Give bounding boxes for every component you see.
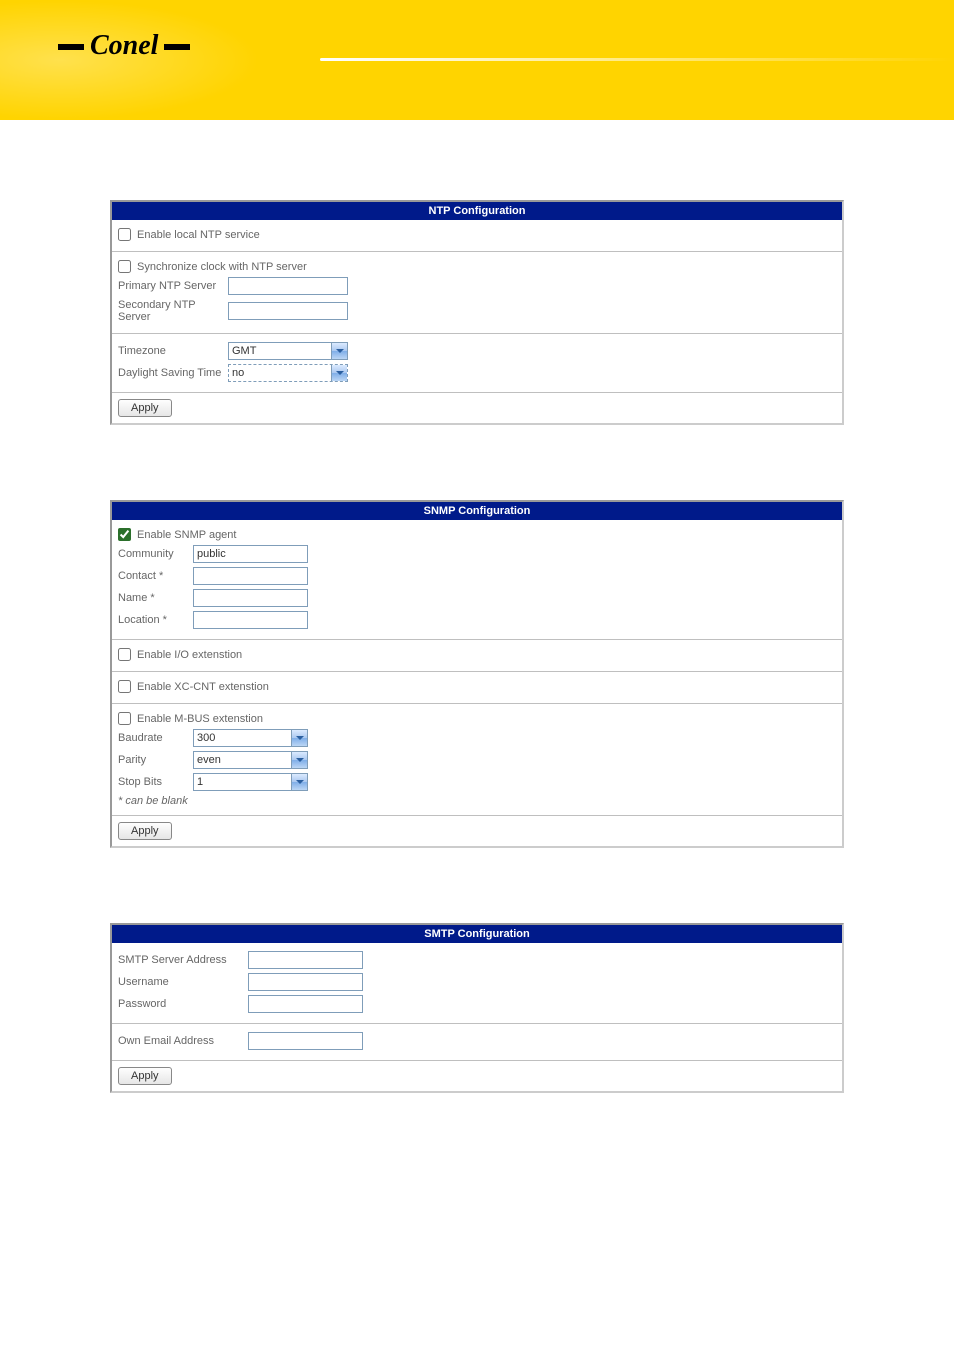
community-label: Community <box>118 548 193 560</box>
ntp-apply-button[interactable]: Apply <box>118 399 172 417</box>
enable-snmp-agent-checkbox[interactable] <box>118 528 131 541</box>
baudrate-value[interactable] <box>193 729 308 747</box>
snmp-section-agent: Enable SNMP agent Community Contact * Na… <box>112 520 842 640</box>
snmp-panel: SNMP Configuration Enable SNMP agent Com… <box>110 500 844 848</box>
snmp-note: * can be blank <box>118 793 836 807</box>
smtp-server-label: SMTP Server Address <box>118 954 248 966</box>
ntp-section-tz: Timezone Daylight Saving Time <box>112 334 842 393</box>
snmp-section-xccnt: Enable XC-CNT extenstion <box>112 672 842 704</box>
enable-local-ntp-label: Enable local NTP service <box>137 229 260 241</box>
ntp-panel: NTP Configuration Enable local NTP servi… <box>110 200 844 425</box>
smtp-footer: Apply <box>112 1061 842 1091</box>
stopbits-select[interactable] <box>193 773 308 791</box>
sync-ntp-checkbox[interactable] <box>118 260 131 273</box>
enable-io-label: Enable I/O extenstion <box>137 649 242 661</box>
dst-label: Daylight Saving Time <box>118 367 228 379</box>
ntp-footer: Apply <box>112 393 842 423</box>
smtp-username-label: Username <box>118 976 248 988</box>
snmp-title: SNMP Configuration <box>112 502 842 520</box>
smtp-password-input[interactable] <box>248 995 363 1013</box>
contact-label: Contact * <box>118 570 193 582</box>
smtp-apply-button[interactable]: Apply <box>118 1067 172 1085</box>
dst-value[interactable] <box>228 364 348 382</box>
ntp-title: NTP Configuration <box>112 202 842 220</box>
enable-snmp-agent-label: Enable SNMP agent <box>137 529 236 541</box>
snmp-section-mbus: Enable M-BUS extenstion Baudrate Parity … <box>112 704 842 816</box>
smtp-password-label: Password <box>118 998 248 1010</box>
timezone-select[interactable] <box>228 342 348 360</box>
own-email-input[interactable] <box>248 1032 363 1050</box>
parity-value[interactable] <box>193 751 308 769</box>
stopbits-value[interactable] <box>193 773 308 791</box>
location-input[interactable] <box>193 611 308 629</box>
ntp-section-sync: Synchronize clock with NTP server Primar… <box>112 252 842 334</box>
baudrate-label: Baudrate <box>118 732 193 744</box>
baudrate-select[interactable] <box>193 729 308 747</box>
snmp-footer: Apply <box>112 816 842 846</box>
contact-input[interactable] <box>193 567 308 585</box>
parity-label: Parity <box>118 754 193 766</box>
enable-mbus-checkbox[interactable] <box>118 712 131 725</box>
page-header: Conel <box>0 0 954 120</box>
enable-mbus-label: Enable M-BUS extenstion <box>137 713 263 725</box>
header-swoosh <box>320 58 954 61</box>
primary-ntp-input[interactable] <box>228 277 348 295</box>
smtp-username-input[interactable] <box>248 973 363 991</box>
community-input[interactable] <box>193 545 308 563</box>
snmp-apply-button[interactable]: Apply <box>118 822 172 840</box>
smtp-section-server: SMTP Server Address Username Password <box>112 943 842 1024</box>
enable-local-ntp-checkbox[interactable] <box>118 228 131 241</box>
smtp-section-own: Own Email Address <box>112 1024 842 1061</box>
secondary-ntp-input[interactable] <box>228 302 348 320</box>
snmp-section-io: Enable I/O extenstion <box>112 640 842 672</box>
smtp-panel: SMTP Configuration SMTP Server Address U… <box>110 923 844 1093</box>
enable-io-checkbox[interactable] <box>118 648 131 661</box>
parity-select[interactable] <box>193 751 308 769</box>
logo: Conel <box>90 30 158 62</box>
smtp-server-input[interactable] <box>248 951 363 969</box>
enable-xccnt-checkbox[interactable] <box>118 680 131 693</box>
dst-select[interactable] <box>228 364 348 382</box>
stopbits-label: Stop Bits <box>118 776 193 788</box>
timezone-value[interactable] <box>228 342 348 360</box>
smtp-title: SMTP Configuration <box>112 925 842 943</box>
ntp-section-local: Enable local NTP service <box>112 220 842 252</box>
sync-ntp-label: Synchronize clock with NTP server <box>137 261 307 273</box>
timezone-label: Timezone <box>118 345 228 357</box>
enable-xccnt-label: Enable XC-CNT extenstion <box>137 681 269 693</box>
location-label: Location * <box>118 614 193 626</box>
name-input[interactable] <box>193 589 308 607</box>
primary-ntp-label: Primary NTP Server <box>118 280 228 292</box>
name-label: Name * <box>118 592 193 604</box>
own-email-label: Own Email Address <box>118 1035 248 1047</box>
secondary-ntp-label: Secondary NTP Server <box>118 299 228 323</box>
content: NTP Configuration Enable local NTP servi… <box>0 120 954 1208</box>
